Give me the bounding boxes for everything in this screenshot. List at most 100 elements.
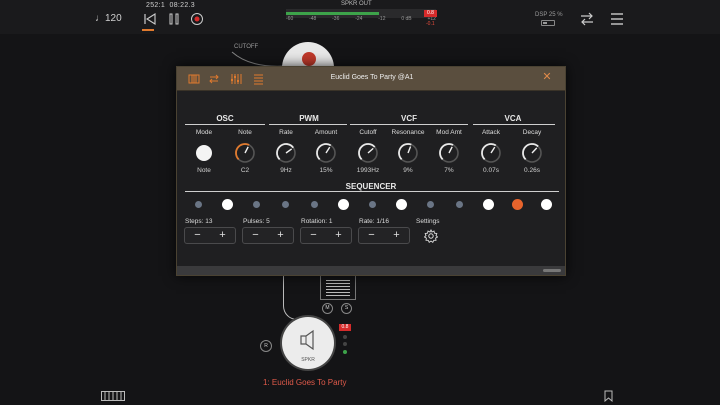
section-osc: OSC [216, 114, 234, 123]
sequencer-step[interactable] [395, 198, 407, 210]
param-label: Mode [195, 129, 213, 136]
param-label: Note [238, 129, 252, 136]
sliders-icon[interactable] [230, 73, 242, 85]
rotation-increment-button[interactable]: + [326, 228, 351, 243]
param-value: 0.26s [524, 167, 540, 174]
meter-scale-tick: -36 [332, 16, 340, 22]
synth-node-icon [302, 52, 316, 66]
meter-scale-tick: -24 [355, 16, 363, 22]
clip-badge: 0.8 [424, 10, 437, 17]
mode-toggle[interactable] [181, 141, 227, 167]
solo-button[interactable]: S [341, 303, 352, 314]
bookmark-icon[interactable] [604, 390, 613, 402]
param-label: Mod Amt [436, 129, 462, 136]
sequencer-divider [185, 191, 559, 192]
rotation-stepper: − + [300, 227, 352, 244]
tempo-display[interactable]: ♩120 [95, 13, 122, 24]
param-value: C2 [240, 167, 250, 174]
knob-resonance[interactable] [385, 141, 431, 167]
peak-value: -0.1 [426, 21, 435, 27]
param-value: 15% [319, 167, 333, 174]
battery-icon [541, 20, 555, 26]
close-icon[interactable]: ✕ [541, 71, 553, 83]
rotation-label: Rotation: 1 [301, 218, 333, 225]
steps-decrement-button[interactable]: − [185, 228, 210, 243]
settings-label: Settings [416, 218, 440, 225]
sequencer-step[interactable] [194, 200, 202, 208]
knob-mod-amt[interactable] [426, 141, 472, 167]
sequencer-step[interactable] [540, 198, 552, 210]
rate-decrement-button[interactable]: − [359, 228, 384, 243]
sequencer-step[interactable] [368, 200, 376, 208]
pulses-label: Pulses: 5 [243, 218, 270, 225]
param-value: 9% [403, 167, 413, 174]
keyboard-icon[interactable] [188, 73, 200, 85]
param-value: Note [197, 167, 211, 174]
speaker-node[interactable]: SPKR [282, 317, 334, 369]
meter-title: SPKR OUT [341, 1, 372, 7]
clock-time: 08:22.3 [169, 2, 195, 9]
param-label: Resonance [391, 129, 425, 136]
knob-note[interactable] [222, 141, 268, 167]
param-value: 0.07s [483, 167, 499, 174]
record-icon[interactable] [190, 12, 204, 26]
resize-handle[interactable] [543, 269, 561, 272]
dsp-load: DSP 25 % [535, 12, 563, 18]
loop-routing-icon[interactable] [578, 11, 596, 27]
meter-scale-tick: -12 [378, 16, 386, 22]
top-bar: ♩120 252:1 08:22.3 SPKR OUT -60 -48 -36 -24… [0, 0, 720, 34]
section-vcf: VCF [401, 114, 417, 123]
meter-scale-tick: 0 dB [401, 16, 412, 22]
param-label: Decay [522, 129, 542, 136]
steps-label: Steps: 13 [185, 218, 213, 225]
rotation-decrement-button[interactable]: − [301, 228, 326, 243]
param-value: 7% [444, 167, 454, 174]
list-icon[interactable] [252, 73, 264, 85]
track-name[interactable]: 1: Euclid Goes To Party [263, 378, 346, 387]
panel-title: Euclid Goes To Party @A1 [330, 74, 414, 81]
section-divider [185, 124, 265, 125]
pulses-decrement-button[interactable]: − [243, 228, 268, 243]
node-clip-badge: 0.8 [339, 324, 351, 331]
playhead-indicator [142, 29, 154, 31]
param-label: Amount [314, 129, 338, 136]
record-arm-button[interactable]: R [260, 340, 272, 352]
sequencer-step[interactable] [482, 198, 494, 210]
sequencer-step[interactable] [310, 200, 318, 208]
section-pwm: PWM [299, 114, 319, 123]
panel-header: Euclid Goes To Party @A1 ✕ [177, 67, 565, 91]
sequencer-title: SEQUENCER [345, 182, 397, 191]
channel-fader[interactable] [320, 276, 356, 300]
meter-scale: -60 -48 -36 -24 -12 0 dB +12 [286, 16, 436, 22]
node-meter-dot [343, 342, 347, 346]
section-divider [473, 124, 555, 125]
piano-keyboard-icon[interactable] [101, 391, 125, 401]
rate-stepper: − + [358, 227, 410, 244]
pulses-stepper: − + [242, 227, 294, 244]
steps-increment-button[interactable]: + [210, 228, 235, 243]
sequencer-step[interactable] [426, 200, 434, 208]
mute-button[interactable]: M [322, 303, 333, 314]
sequencer-step[interactable] [281, 200, 289, 208]
knob-decay[interactable] [509, 141, 555, 167]
rate-label: Rate: 1/16 [359, 218, 389, 225]
knob-attack[interactable] [468, 141, 514, 167]
sequencer-step[interactable] [455, 200, 463, 208]
knob-amount[interactable] [303, 141, 349, 167]
sequencer-step[interactable] [511, 198, 523, 210]
transport-time: 252:1 08:22.3 [146, 2, 195, 9]
audio-cable [283, 276, 311, 320]
sequencer-step[interactable] [221, 198, 233, 210]
sequencer-step[interactable] [337, 198, 349, 210]
rewind-icon[interactable] [143, 12, 157, 26]
gear-icon[interactable] [424, 229, 438, 243]
node-meter-dot [343, 335, 347, 339]
routing-icon[interactable] [208, 73, 220, 85]
pulses-increment-button[interactable]: + [268, 228, 293, 243]
param-label: Attack [481, 129, 501, 136]
rate-increment-button[interactable]: + [384, 228, 409, 243]
menu-icon[interactable] [608, 11, 626, 27]
steps-stepper: − + [184, 227, 236, 244]
pause-icon[interactable] [167, 12, 181, 26]
sequencer-step[interactable] [252, 200, 260, 208]
